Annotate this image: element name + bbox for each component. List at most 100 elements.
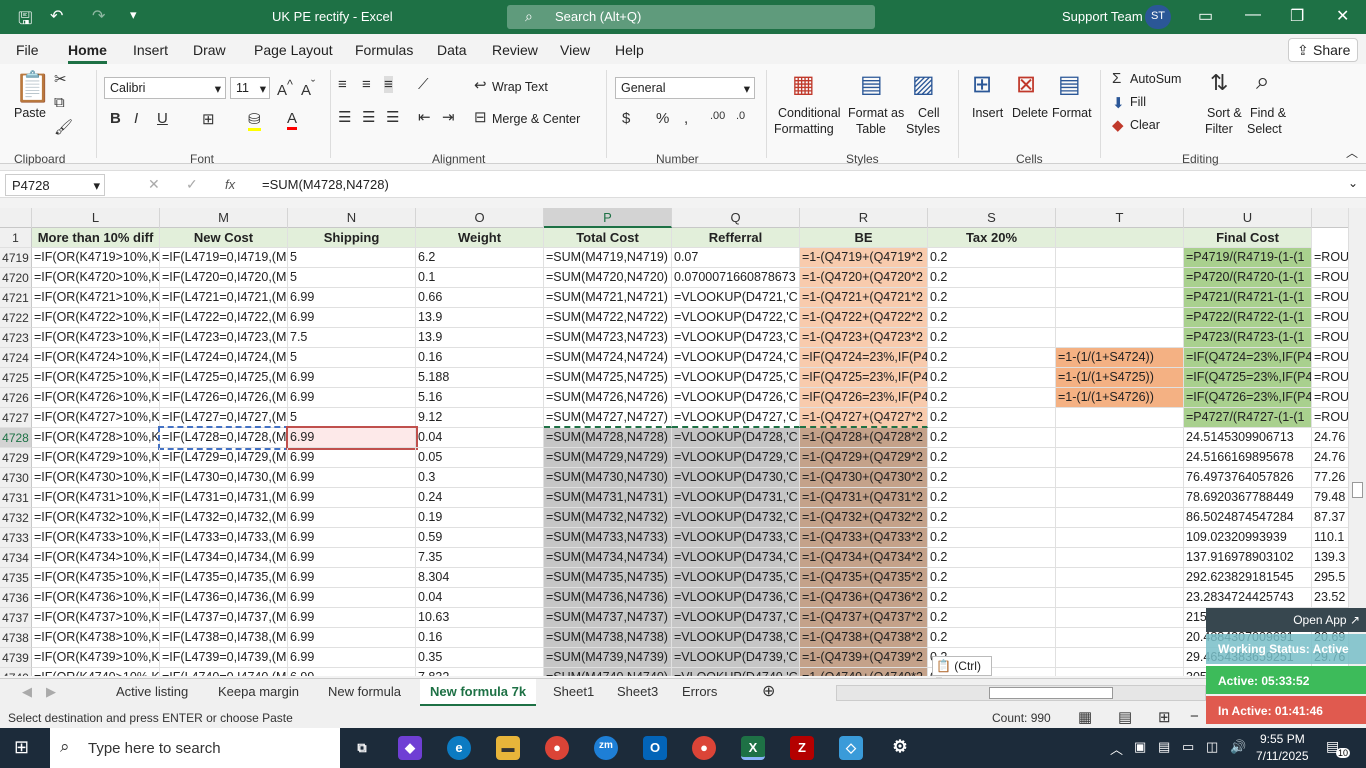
cell[interactable]: 0.2	[928, 528, 1056, 548]
cell[interactable]: =1-(Q4727+(Q4727*2	[800, 408, 928, 428]
cell[interactable]: =IF(L4723=0,I4723,(M	[160, 328, 288, 348]
cell[interactable]: =SUM(M4733,N4733)	[544, 528, 672, 548]
cell[interactable]: =1-(Q4729+(Q4729*2	[800, 448, 928, 468]
cell[interactable]: 0.66	[416, 288, 544, 308]
cell[interactable]: =IF(Q4726=23%,IF(P4	[800, 388, 928, 408]
cell[interactable]: 5	[288, 268, 416, 288]
close-icon[interactable]: ✕	[1336, 6, 1349, 26]
autosum-icon[interactable]: Σ	[1112, 70, 1121, 87]
cell[interactable]: =SUM(M4728,N4728)	[544, 428, 672, 448]
insert-cells-icon[interactable]: ⊞	[972, 70, 992, 99]
cell[interactable]: =IF(L4719=0,I4719,(M	[160, 248, 288, 268]
cell[interactable]: =VLOOKUP(D4724,'C	[672, 348, 800, 368]
clear-button[interactable]: Clear	[1130, 118, 1160, 132]
align-left-icon[interactable]: ☰	[338, 108, 351, 126]
cell[interactable]: 0.59	[416, 528, 544, 548]
cell[interactable]: 0.04	[416, 588, 544, 608]
cell[interactable]: 6.99	[288, 288, 416, 308]
horizontal-scrollbar[interactable]	[836, 685, 1206, 701]
cell[interactable]: 0.3	[416, 468, 544, 488]
row-number[interactable]: 4731	[0, 488, 32, 508]
user-name[interactable]: Support Team	[1062, 9, 1143, 24]
tab-draw[interactable]: Draw	[193, 42, 226, 58]
cell[interactable]: =SUM(M4721,N4721)	[544, 288, 672, 308]
cell[interactable]	[1056, 468, 1184, 488]
cell[interactable]: 0.16	[416, 348, 544, 368]
tab-home[interactable]: Home	[68, 42, 107, 64]
cell[interactable]: =1-(Q4731+(Q4731*2	[800, 488, 928, 508]
cell[interactable]	[1056, 308, 1184, 328]
cell[interactable]: =IF(L4738=0,I4738,(M	[160, 628, 288, 648]
cell[interactable]: 78.6920367788449	[1184, 488, 1312, 508]
format-button[interactable]: Format	[1052, 106, 1092, 120]
cell[interactable]: =SUM(M4726,N4726)	[544, 388, 672, 408]
sheet-tab[interactable]: Sheet1	[553, 684, 594, 699]
select-all-corner[interactable]	[0, 208, 32, 228]
scroll-thumb[interactable]	[1352, 482, 1363, 498]
cell[interactable]: 6.99	[288, 588, 416, 608]
open-app-button[interactable]: Open App ↗	[1206, 608, 1366, 632]
row-number[interactable]: 4722	[0, 308, 32, 328]
cell[interactable]: =ROU	[1312, 348, 1350, 368]
cell[interactable]: =IF(L4721=0,I4721,(M	[160, 288, 288, 308]
cell[interactable]: =1-(Q4723+(Q4723*2	[800, 328, 928, 348]
cell[interactable]: =IF(L4735=0,I4735,(M	[160, 568, 288, 588]
cell[interactable]: 0.0700071660878673	[672, 268, 800, 288]
format-as-label[interactable]: Format as	[848, 106, 904, 120]
cell[interactable]: =VLOOKUP(D4722,'C	[672, 308, 800, 328]
font-name-select[interactable]: Calibri ▾	[104, 77, 226, 99]
row-number[interactable]: 4729	[0, 448, 32, 468]
cell[interactable]: 0.2	[928, 588, 1056, 608]
orientation-icon[interactable]: ⟋	[418, 76, 429, 93]
merge-icon[interactable]: ⊟	[474, 108, 487, 126]
cell[interactable]: Shipping	[288, 228, 416, 248]
currency-icon[interactable]: $	[622, 110, 630, 127]
cell[interactable]: =IF(OR(K4731>10%,K	[32, 488, 160, 508]
cell[interactable]: =SUM(M4725,N4725)	[544, 368, 672, 388]
cell[interactable]: =ROU	[1312, 308, 1350, 328]
edge-icon[interactable]: e	[447, 736, 471, 760]
cell[interactable]: =IF(OR(K4733>10%,K	[32, 528, 160, 548]
cell[interactable]	[1056, 668, 1184, 676]
cell[interactable]: =VLOOKUP(D4735,'C	[672, 568, 800, 588]
cell[interactable]: =IF(L4727=0,I4727,(M	[160, 408, 288, 428]
cell[interactable]: =IF(OR(K4724>10%,K	[32, 348, 160, 368]
filezilla-icon[interactable]: Z	[790, 736, 814, 760]
cell[interactable]: 7.35	[416, 548, 544, 568]
cell[interactable]: =IF(L4726=0,I4726,(M	[160, 388, 288, 408]
cut-icon[interactable]: ✂	[54, 70, 67, 88]
outlook-icon[interactable]: O	[643, 736, 667, 760]
avatar[interactable]: ST	[1145, 5, 1171, 29]
clock-date[interactable]: 7/11/2025	[1256, 749, 1309, 763]
cell[interactable]: =IF(L4732=0,I4732,(M	[160, 508, 288, 528]
cell[interactable]: 24.76	[1312, 428, 1350, 448]
cell[interactable]: =SUM(M4731,N4731)	[544, 488, 672, 508]
cell[interactable]: =IF(OR(K4736>10%,K	[32, 588, 160, 608]
cell[interactable]	[1056, 328, 1184, 348]
share-button[interactable]: ⇪ Share	[1288, 38, 1358, 62]
cell[interactable]: =IF(OR(K4737>10%,K	[32, 608, 160, 628]
cell[interactable]: =1-(Q4728+(Q4728*2	[800, 428, 928, 448]
cell[interactable]: =IF(L4728=0,I4728,(M	[158, 426, 290, 450]
tab-file[interactable]: File	[16, 42, 39, 58]
cell[interactable]: =IF(OR(K4721>10%,K	[32, 288, 160, 308]
cell[interactable]: =IF(Q4725=23%,IF(P4	[1184, 368, 1312, 388]
cell[interactable]: 0.2	[928, 508, 1056, 528]
cell[interactable]: 13.9	[416, 328, 544, 348]
collapse-ribbon-icon[interactable]: ︿	[1346, 144, 1358, 161]
number-format-select[interactable]: General ▾	[615, 77, 755, 99]
font-color-icon[interactable]: A	[287, 110, 298, 130]
cell[interactable]	[1056, 548, 1184, 568]
cell[interactable]: 86.5024874547284	[1184, 508, 1312, 528]
delete-button[interactable]: Delete	[1012, 106, 1048, 120]
cell[interactable]	[1056, 228, 1184, 248]
cell[interactable]: =IF(OR(K4729>10%,K	[32, 448, 160, 468]
sort-filter-icon[interactable]: ⇅	[1210, 70, 1228, 96]
cell[interactable]: 0.2	[928, 608, 1056, 628]
settings-icon[interactable]: ⚙	[888, 736, 912, 760]
format-cells-icon[interactable]: ▤	[1058, 70, 1081, 99]
cell[interactable]: =1-(Q4730+(Q4730*2	[800, 468, 928, 488]
insert-function-icon[interactable]: fx	[225, 177, 235, 192]
find-label[interactable]: Find &	[1250, 106, 1286, 120]
cell[interactable]: 5	[288, 408, 416, 428]
